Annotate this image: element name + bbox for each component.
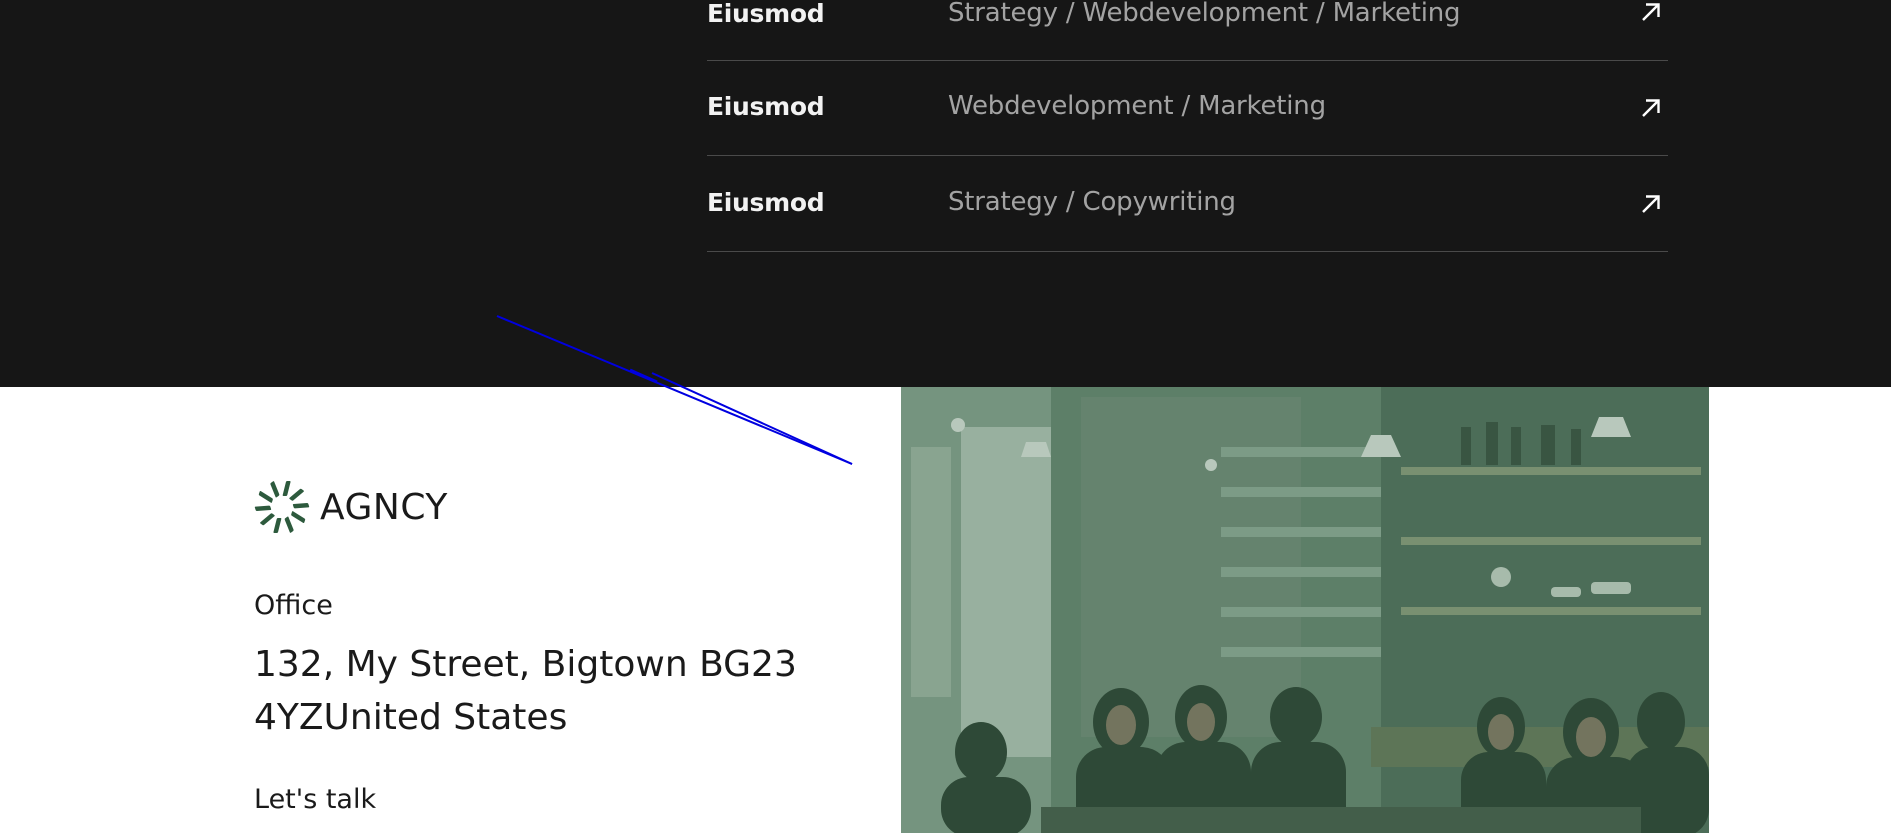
arrow-up-right-icon[interactable] xyxy=(1640,97,1662,119)
office-address: 132, My Street, Bigtown BG23 4YZUnited S… xyxy=(254,644,797,738)
sunburst-logo-icon xyxy=(254,481,310,533)
team-photo xyxy=(901,387,1709,833)
project-categories: Strategy / Copywriting xyxy=(948,187,1236,217)
project-name: Eiusmod xyxy=(707,188,825,217)
lets-talk-label: Let's talk xyxy=(254,784,377,815)
project-row[interactable]: Eiusmod Webdevelopment / Marketing xyxy=(707,60,1668,156)
office-label: Office xyxy=(254,590,333,621)
project-name: Eiusmod xyxy=(707,92,825,121)
project-categories: Webdevelopment / Marketing xyxy=(948,91,1326,121)
logo-text: AGNCY xyxy=(320,486,448,528)
team-meeting-image xyxy=(901,387,1709,833)
arrow-up-right-icon[interactable] xyxy=(1640,193,1662,215)
project-row[interactable]: Eiusmod Strategy / Webdevelopment / Mark… xyxy=(707,0,1668,61)
arrow-up-right-icon[interactable] xyxy=(1640,1,1662,23)
project-row[interactable]: Eiusmod Strategy / Copywriting xyxy=(707,156,1668,252)
project-categories: Strategy / Webdevelopment / Marketing xyxy=(948,0,1461,28)
project-name: Eiusmod xyxy=(707,0,825,28)
projects-section: Eiusmod Strategy / Webdevelopment / Mark… xyxy=(0,0,1891,387)
agncy-logo[interactable]: AGNCY xyxy=(254,479,448,535)
